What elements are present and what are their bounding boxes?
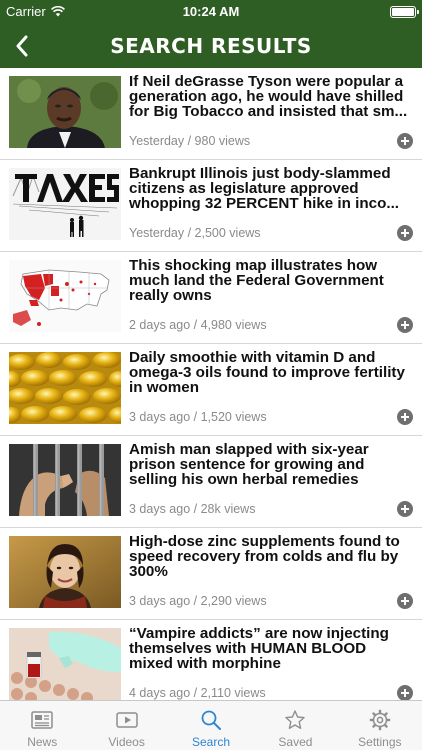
article-meta: Yesterday / 2,500 views <box>129 226 261 240</box>
video-icon <box>115 709 139 731</box>
article-headline[interactable]: High-dose zinc supplements found to spee… <box>129 534 409 579</box>
battery-icon <box>390 6 419 18</box>
add-button[interactable] <box>397 501 413 517</box>
article-thumbnail <box>9 628 121 700</box>
article-thumbnail <box>9 260 121 332</box>
article-row[interactable]: Amish man slapped with six-year prison s… <box>0 436 422 528</box>
article-headline[interactable]: Daily smoothie with vitamin D and omega-… <box>129 350 409 395</box>
tab-news[interactable]: News <box>0 701 84 750</box>
status-bar: Carrier 10:24 AM <box>0 0 422 24</box>
article-headline[interactable]: This shocking map illustrates how much l… <box>129 258 409 303</box>
article-row[interactable]: Bankrupt Illinois just body-slammed citi… <box>0 160 422 252</box>
tab-search[interactable]: Search <box>169 701 253 750</box>
plus-icon <box>401 137 409 145</box>
nav-bar: SEARCH RESULTS <box>0 24 422 68</box>
tab-settings[interactable]: Settings <box>338 701 422 750</box>
article-row[interactable]: If Neil deGrasse Tyson were popular a ge… <box>0 68 422 160</box>
article-headline[interactable]: Bankrupt Illinois just body-slammed citi… <box>129 166 409 211</box>
article-meta: 4 days ago / 2,110 views <box>129 686 266 700</box>
plus-icon <box>401 413 409 421</box>
tab-label: Videos <box>108 735 145 749</box>
add-button[interactable] <box>397 593 413 609</box>
plus-icon <box>401 229 409 237</box>
tab-label: Saved <box>278 735 313 749</box>
article-headline[interactable]: If Neil deGrasse Tyson were popular a ge… <box>129 74 409 119</box>
tab-bar: News Videos Search Saved Settings <box>0 700 422 750</box>
gear-icon <box>369 709 391 731</box>
search-results-list[interactable]: If Neil deGrasse Tyson were popular a ge… <box>0 68 422 700</box>
article-headline[interactable]: “Vampire addicts” are now injecting them… <box>129 626 409 671</box>
page-title: SEARCH RESULTS <box>110 34 312 58</box>
article-meta: Yesterday / 980 views <box>129 134 251 148</box>
article-meta: 3 days ago / 2,290 views <box>129 594 267 608</box>
clock: 10:24 AM <box>182 4 240 19</box>
article-meta: 2 days ago / 4,980 views <box>129 318 267 332</box>
article-thumbnail <box>9 444 121 516</box>
search-icon <box>200 709 222 731</box>
article-row[interactable]: High-dose zinc supplements found to spee… <box>0 528 422 620</box>
newspaper-icon <box>30 709 54 731</box>
article-thumbnail <box>9 76 121 148</box>
tab-videos[interactable]: Videos <box>84 701 168 750</box>
add-button[interactable] <box>397 225 413 241</box>
star-icon <box>284 709 306 731</box>
article-meta: 3 days ago / 1,520 views <box>129 410 267 424</box>
plus-icon <box>401 597 409 605</box>
tab-label: Settings <box>358 735 402 749</box>
article-meta: 3 days ago / 28k views <box>129 502 256 516</box>
article-thumbnail <box>9 352 121 424</box>
add-button[interactable] <box>397 317 413 333</box>
add-button[interactable] <box>397 133 413 149</box>
article-row[interactable]: “Vampire addicts” are now injecting them… <box>0 620 422 700</box>
tab-saved[interactable]: Saved <box>253 701 337 750</box>
add-button[interactable] <box>397 409 413 425</box>
article-row[interactable]: Daily smoothie with vitamin D and omega-… <box>0 344 422 436</box>
tab-label: News <box>27 735 58 749</box>
plus-icon <box>401 321 409 329</box>
article-headline[interactable]: Amish man slapped with six-year prison s… <box>129 442 409 487</box>
plus-icon <box>401 689 409 697</box>
article-thumbnail <box>9 536 121 608</box>
tab-label: Search <box>192 735 231 749</box>
plus-icon <box>401 505 409 513</box>
article-thumbnail <box>9 168 121 240</box>
article-row[interactable]: This shocking map illustrates how much l… <box>0 252 422 344</box>
add-button[interactable] <box>397 685 413 700</box>
